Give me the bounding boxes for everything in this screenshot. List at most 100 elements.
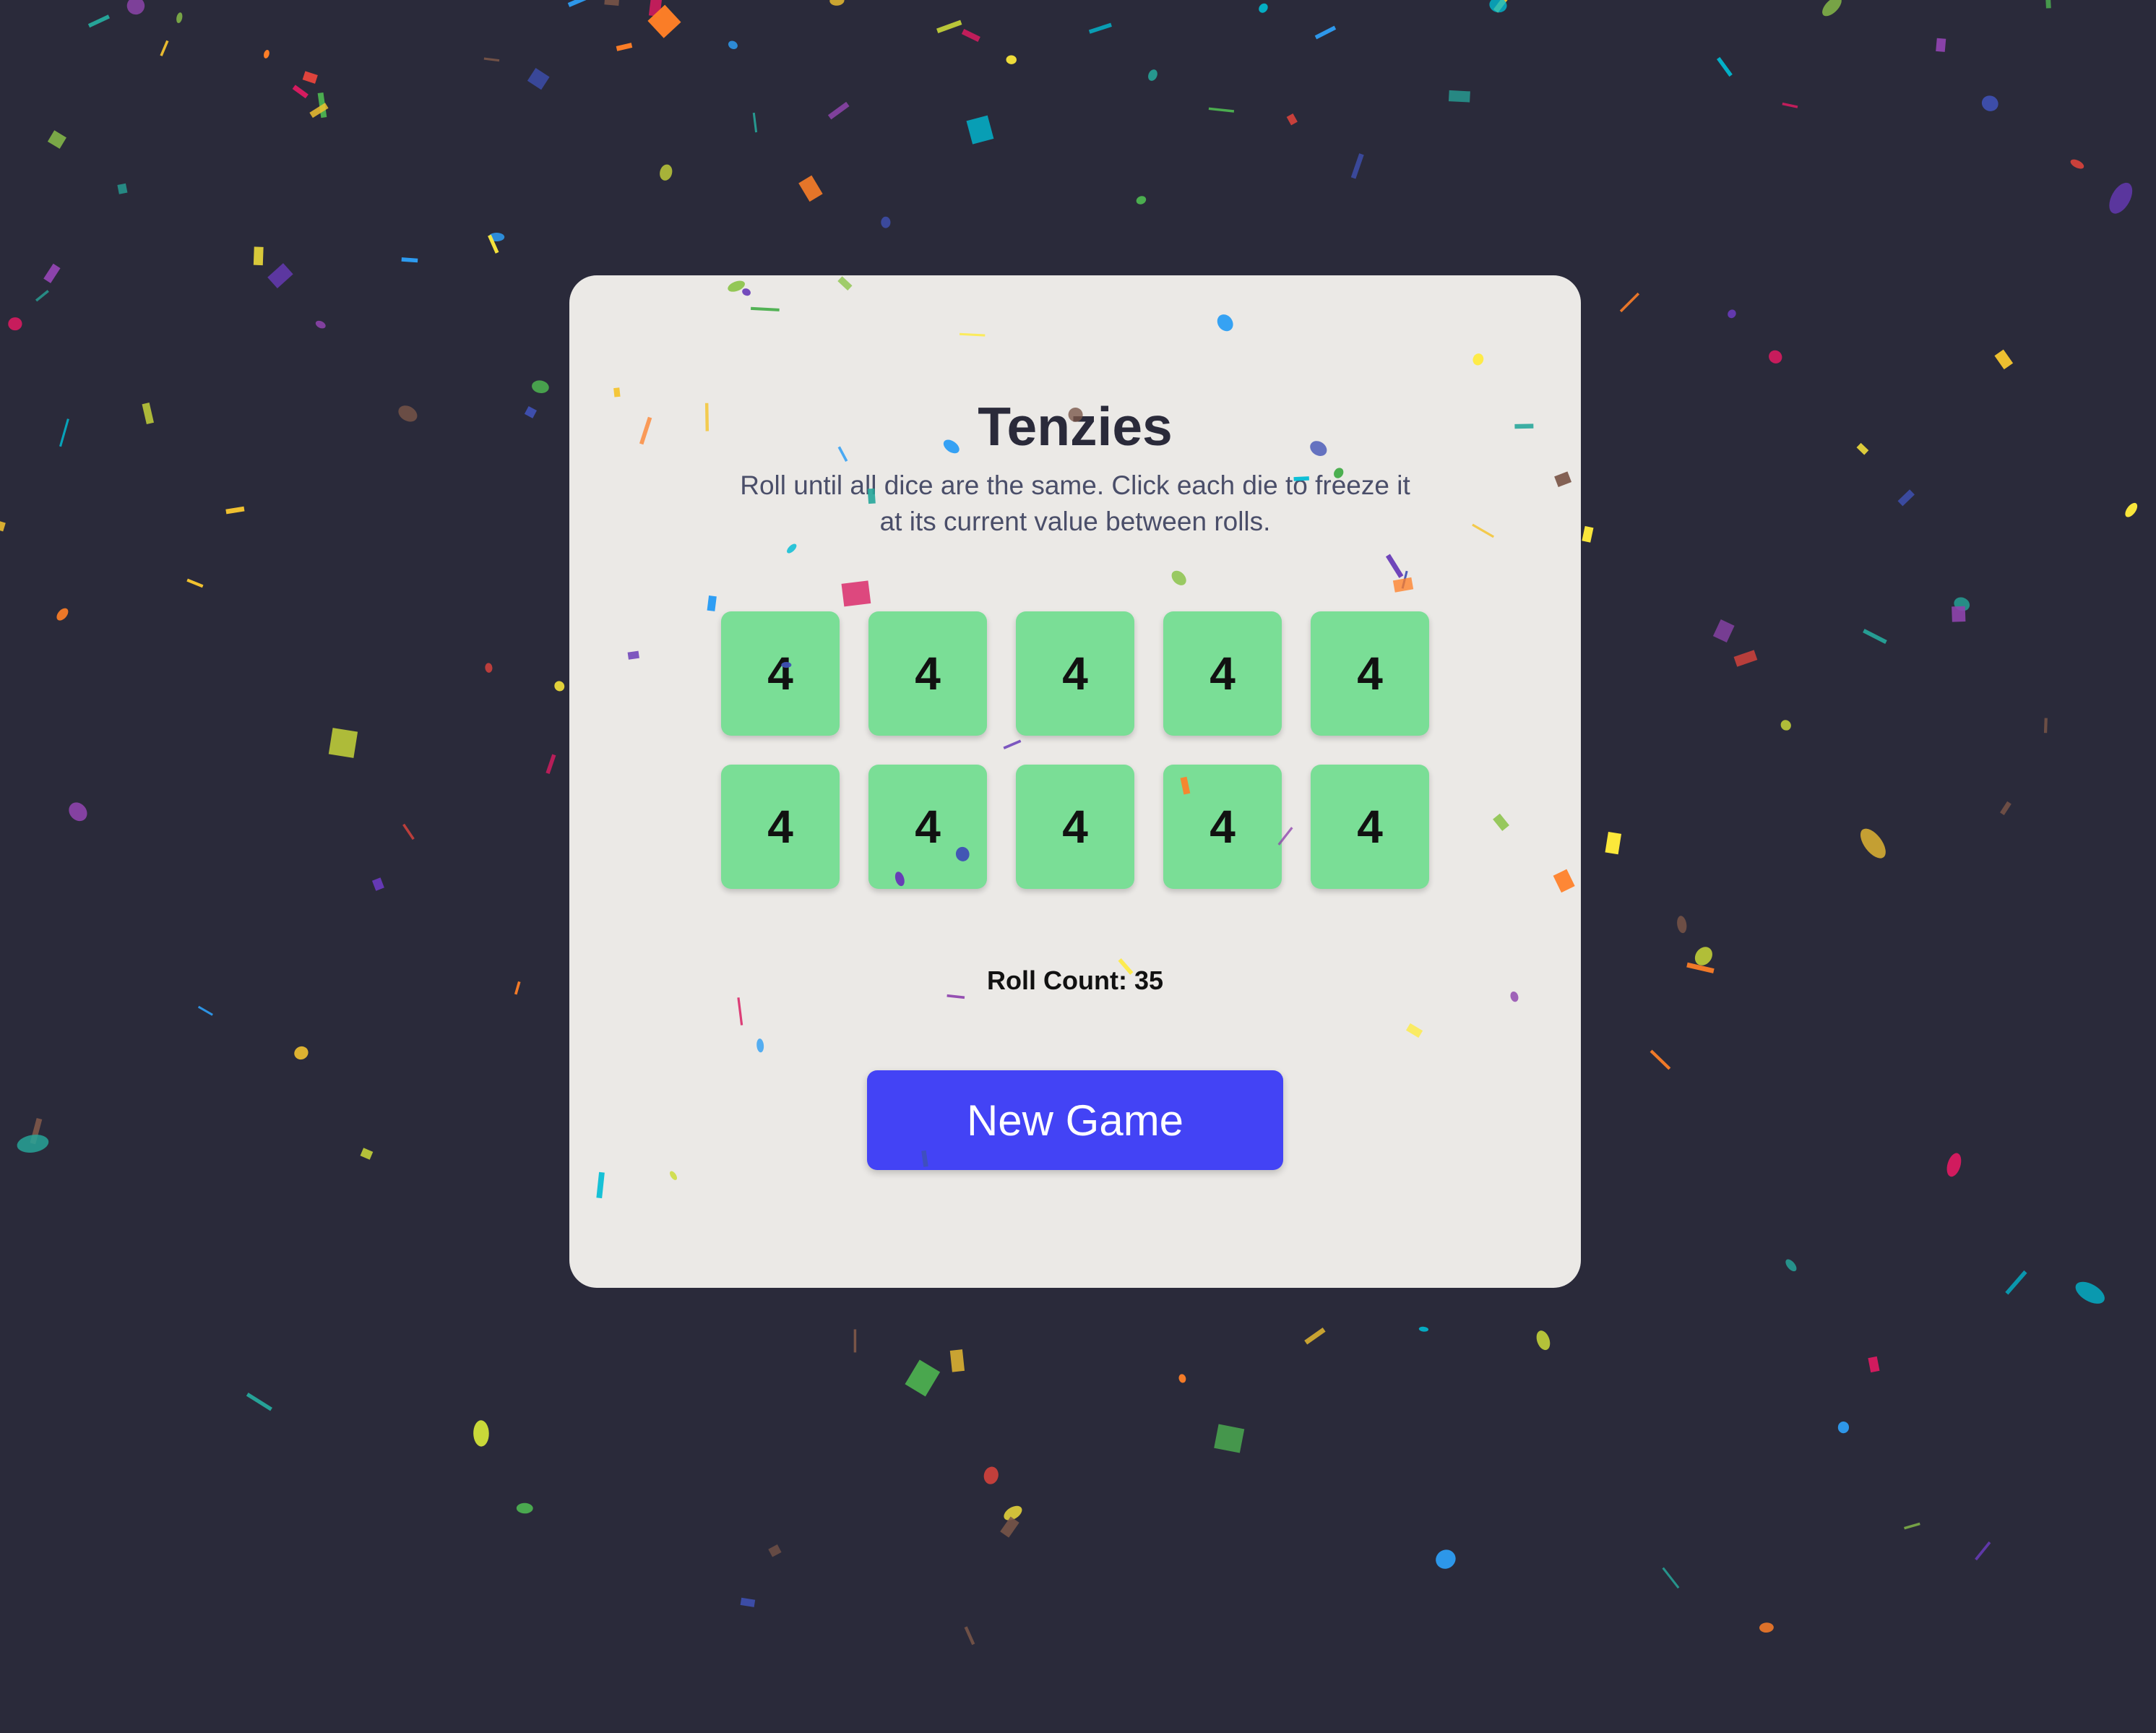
confetti-piece [1136,196,1147,205]
confetti-piece [1314,25,1337,40]
die-4[interactable]: 4 [1163,611,1282,736]
confetti-piece [964,1626,975,1646]
confetti-piece [87,14,111,28]
confetti-piece [2000,801,2011,815]
confetti-piece [1975,1541,1991,1561]
die-1[interactable]: 4 [721,611,840,736]
confetti-piece [2125,502,2138,517]
confetti-piece [983,1466,999,1484]
confetti-piece [1662,1567,1680,1589]
confetti-piece [829,0,845,6]
confetti-piece [752,112,758,133]
confetti-piece [360,1148,374,1160]
confetti-piece [546,754,556,775]
confetti-piece [1868,1356,1880,1373]
confetti-piece [485,663,493,673]
confetti-piece [1981,95,1998,111]
confetti-piece [328,728,358,758]
confetti-piece [1856,442,1869,455]
confetti-piece [292,85,309,99]
confetti-piece [949,1349,965,1372]
confetti-piece [1677,916,1687,934]
confetti-piece [2043,718,2048,734]
confetti-piece [527,68,550,90]
die-3[interactable]: 4 [1016,611,1134,736]
game-title: Tenzies [978,396,1173,457]
confetti-piece [1769,350,1782,364]
confetti-piece [728,40,738,49]
confetti-piece [17,1135,49,1153]
confetti-piece [294,1046,309,1060]
new-game-button[interactable]: New Game [867,1070,1283,1170]
confetti-piece [246,1393,272,1411]
confetti-piece [2075,1281,2105,1304]
confetti-piece [1418,1326,1429,1332]
confetti-piece [315,320,326,329]
confetti-piece [1650,1049,1671,1070]
confetti-piece [516,1502,533,1514]
confetti-piece [514,981,521,995]
confetti-piece [740,1597,756,1607]
confetti-piece [1946,1153,1962,1177]
confetti-piece [1286,113,1298,126]
confetti-piece [905,1359,941,1397]
confetti-piece [853,1329,857,1353]
confetti-piece [126,0,145,15]
confetti-piece [881,216,891,228]
confetti-piece [1088,22,1112,34]
confetti-piece [966,115,994,145]
confetti-piece [524,405,537,418]
confetti-piece [483,57,500,62]
confetti-piece [1350,153,1364,179]
confetti-piece [532,380,549,394]
dice-grid: 4 4 4 4 4 4 4 4 4 4 [721,611,1429,889]
game-instructions: Roll until all dice are the same. Click … [740,470,1410,536]
confetti-piece [1006,55,1017,64]
confetti-piece [2070,159,2084,169]
confetti-piece [1208,107,1235,113]
confetti-piece [1860,828,1886,859]
confetti-piece [936,20,962,34]
confetti-piece [402,823,415,840]
confetti-piece [2109,182,2133,214]
confetti-piece [160,40,169,56]
confetti-piece [1716,56,1733,77]
roll-count: Roll Count: 35 [987,966,1163,995]
confetti-piece [186,578,204,588]
confetti-piece [1733,650,1758,667]
confetti-piece [398,405,418,422]
confetti-piece [2045,0,2051,9]
die-5[interactable]: 4 [1311,611,1429,736]
confetti-piece [961,28,980,42]
confetti-piece [1536,1330,1551,1351]
die-7[interactable]: 4 [868,765,987,889]
confetti-piece [1178,1374,1186,1383]
confetti-piece [1214,1424,1245,1453]
confetti-piece [253,246,264,266]
confetti-piece [2005,1270,2027,1295]
confetti-piece [56,608,69,621]
die-10[interactable]: 4 [1311,765,1429,889]
die-6[interactable]: 4 [721,765,840,889]
confetti-piece [473,1420,489,1447]
confetti-piece [1304,1328,1326,1345]
confetti-piece [1782,102,1798,108]
confetti-piece [1863,629,1887,645]
confetti-piece [1712,619,1735,642]
confetti-piece [1837,1421,1850,1434]
confetti-piece [142,403,154,425]
confetti-piece [616,43,633,51]
confetti-piece [1785,1259,1797,1272]
confetti-piece [554,681,565,692]
confetti-piece [1448,90,1470,103]
confetti-piece [1619,292,1640,313]
confetti-piece [1759,1622,1774,1633]
confetti-piece [1994,349,2014,370]
confetti-piece [798,175,823,202]
die-9[interactable]: 4 [1163,765,1282,889]
die-8[interactable]: 4 [1016,765,1134,889]
confetti-piece [1436,1549,1456,1569]
die-2[interactable]: 4 [868,611,987,736]
confetti-piece [69,802,87,822]
confetti-piece [47,130,66,149]
